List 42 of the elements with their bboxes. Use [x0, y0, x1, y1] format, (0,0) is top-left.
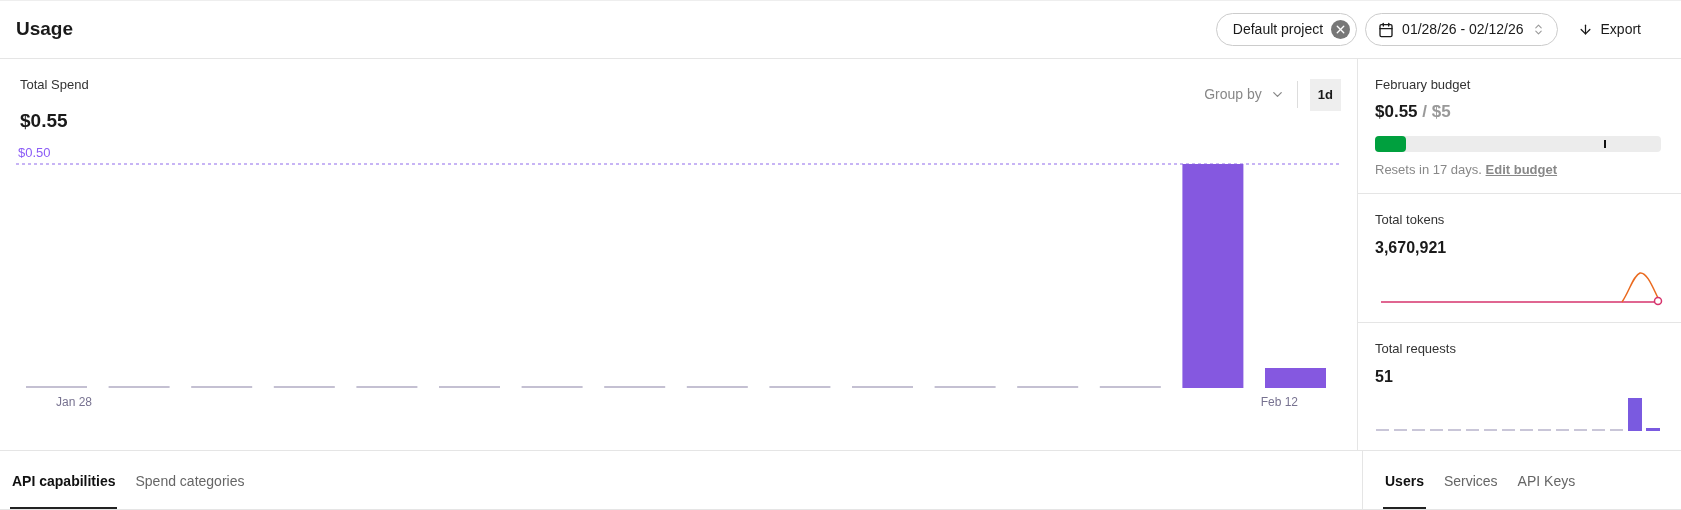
bar: [769, 385, 831, 388]
group-by-dropdown[interactable]: Group by: [1204, 84, 1285, 106]
bar: [1099, 385, 1161, 388]
threshold-marker: [1604, 140, 1606, 148]
panel-title: Total Spend: [20, 76, 89, 94]
bar: [356, 385, 418, 388]
page-title: Usage: [16, 17, 74, 42]
tab[interactable]: API Keys: [1515, 456, 1578, 509]
edit-budget-link[interactable]: Edit budget: [1485, 162, 1558, 177]
tab[interactable]: Users: [1383, 456, 1426, 509]
tab[interactable]: API capabilities: [10, 456, 118, 509]
bar: [1265, 367, 1326, 388]
panel-title: February budget: [1375, 76, 1472, 94]
clear-icon[interactable]: [1331, 20, 1351, 39]
bar: [604, 385, 666, 388]
axis-label: Feb 12: [1260, 393, 1298, 411]
bar: [108, 385, 170, 388]
bar: [934, 385, 996, 388]
tokens-value: 3,670,921: [1375, 237, 1448, 258]
bar: [26, 385, 87, 388]
bar: [852, 385, 913, 388]
spend-value: $0.55: [20, 108, 69, 133]
bar: [273, 385, 335, 388]
bar: [191, 385, 253, 388]
panel-title: Total requests: [1375, 340, 1457, 358]
budget-spent: $0.55: [1375, 101, 1418, 121]
bar: [1017, 385, 1079, 388]
budget-line-label: $0.50: [18, 144, 52, 162]
axis-label: Jan 28: [56, 393, 93, 411]
budget-limit: / $5: [1422, 101, 1451, 121]
interval-button[interactable]: 1d: [1309, 79, 1341, 111]
tab[interactable]: Services: [1441, 456, 1500, 509]
panel-title: Total tokens: [1375, 211, 1446, 229]
requests-value: 51: [1375, 366, 1394, 387]
bar: [439, 385, 500, 388]
export-button[interactable]: Export: [1565, 13, 1653, 46]
tab[interactable]: Spend categories: [133, 456, 247, 509]
bar: [686, 385, 748, 388]
download-icon: [1577, 22, 1593, 37]
reset-note: Resets in 17 days.: [1375, 162, 1482, 177]
calendar-icon: [1378, 21, 1395, 38]
bar: [521, 385, 583, 388]
